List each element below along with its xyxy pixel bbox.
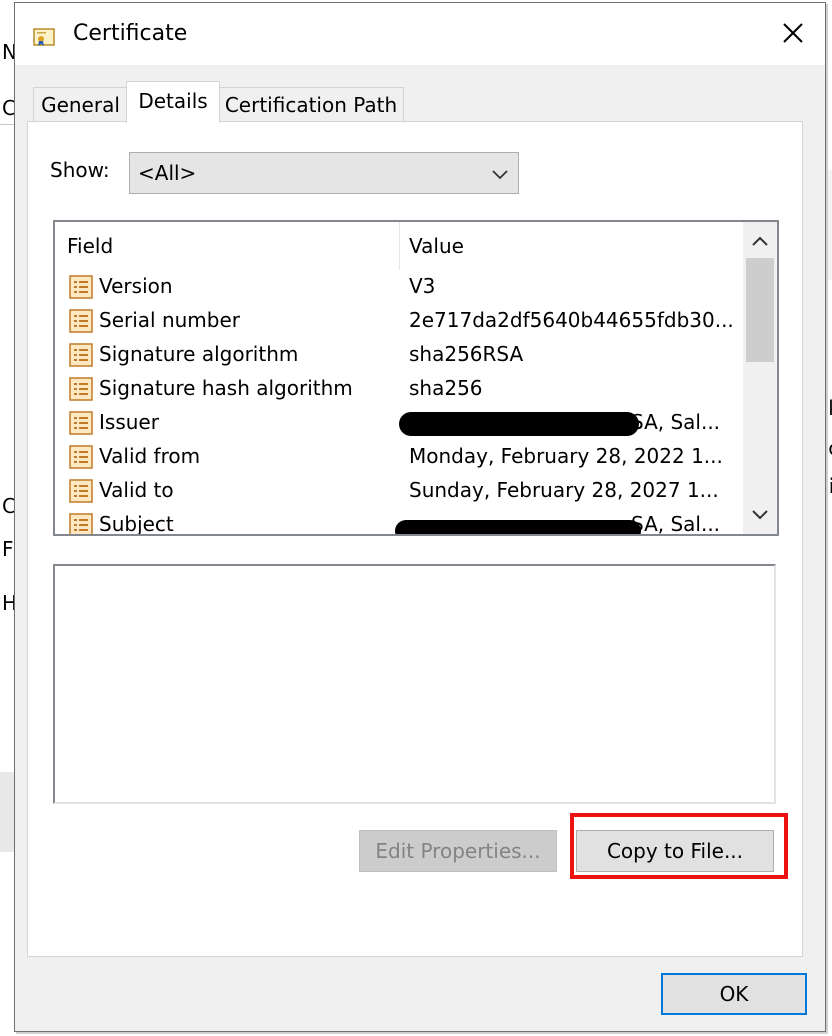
list-item[interactable]: Signature algorithm sha256RSA bbox=[55, 338, 745, 372]
list-item[interactable]: Version V3 bbox=[55, 270, 745, 304]
dialog-title: Certificate bbox=[73, 21, 188, 46]
redaction-mark bbox=[395, 520, 641, 534]
field-icon bbox=[69, 377, 93, 401]
field-name: Issuer bbox=[99, 410, 159, 434]
field-value: Sunday, February 28, 2027 1... bbox=[409, 478, 719, 502]
field-detail-textbox[interactable] bbox=[53, 564, 776, 804]
tab-certification-path[interactable]: Certification Path bbox=[218, 87, 404, 121]
column-header-value[interactable]: Value bbox=[409, 234, 464, 258]
field-name: Signature hash algorithm bbox=[99, 376, 353, 400]
field-value: 2e717da2df5640b44655fdb30... bbox=[409, 308, 734, 332]
ok-button[interactable]: OK bbox=[661, 973, 807, 1015]
field-icon bbox=[69, 513, 93, 534]
field-value: sha256 bbox=[409, 376, 483, 400]
field-name: Valid from bbox=[99, 444, 201, 468]
show-label: Show: bbox=[50, 158, 110, 182]
fields-list[interactable]: Field Value Version V3 Serial number 2e7… bbox=[53, 220, 779, 536]
fields-header: Field Value bbox=[55, 222, 745, 270]
column-header-field[interactable]: Field bbox=[67, 234, 113, 258]
field-value: Monday, February 28, 2022 1... bbox=[409, 444, 723, 468]
scroll-down-icon[interactable] bbox=[748, 502, 772, 526]
background-divider bbox=[0, 124, 14, 125]
close-button[interactable] bbox=[775, 15, 811, 51]
list-item[interactable]: Subject SA, Sal... bbox=[55, 508, 745, 536]
tab-details[interactable]: Details bbox=[126, 81, 220, 123]
show-dropdown[interactable]: <All> bbox=[129, 152, 519, 194]
field-value: V3 bbox=[409, 274, 436, 298]
certificate-dialog: Certificate General Details Certificatio… bbox=[14, 2, 826, 1032]
field-name: Subject bbox=[99, 512, 174, 536]
field-name: Version bbox=[99, 274, 173, 298]
fields-rows: Version V3 Serial number 2e717da2df5640b… bbox=[55, 270, 745, 536]
redaction-mark bbox=[399, 412, 639, 436]
field-name: Serial number bbox=[99, 308, 241, 332]
field-icon bbox=[69, 479, 93, 503]
list-item[interactable]: Valid to Sunday, February 28, 2027 1... bbox=[55, 474, 745, 508]
field-name: Signature algorithm bbox=[99, 342, 299, 366]
scroll-up-icon[interactable] bbox=[748, 230, 772, 254]
highlight-box bbox=[570, 813, 788, 879]
field-icon bbox=[69, 445, 93, 469]
close-icon bbox=[783, 23, 803, 43]
field-value: SA, Sal... bbox=[631, 512, 721, 536]
field-icon bbox=[69, 275, 93, 299]
list-item[interactable]: Valid from Monday, February 28, 2022 1..… bbox=[55, 440, 745, 474]
list-item[interactable]: Signature hash algorithm sha256 bbox=[55, 372, 745, 406]
chevron-down-icon bbox=[492, 170, 508, 180]
list-item[interactable]: Issuer SA, Sal... bbox=[55, 406, 745, 440]
certificate-icon bbox=[33, 28, 55, 46]
column-divider[interactable] bbox=[399, 222, 400, 270]
field-icon bbox=[69, 411, 93, 435]
field-value: SA, Sal... bbox=[631, 410, 721, 434]
edit-properties-button[interactable]: Edit Properties... bbox=[359, 830, 557, 872]
vertical-scrollbar[interactable] bbox=[743, 222, 777, 534]
field-value: sha256RSA bbox=[409, 342, 524, 366]
show-dropdown-value: <All> bbox=[138, 161, 197, 185]
title-bar[interactable]: Certificate bbox=[15, 3, 825, 65]
list-item[interactable]: Serial number 2e717da2df5640b44655fdb30.… bbox=[55, 304, 745, 338]
background-text: F bbox=[2, 537, 14, 561]
field-icon bbox=[69, 309, 93, 333]
tab-general[interactable]: General bbox=[33, 87, 128, 121]
scroll-thumb[interactable] bbox=[746, 258, 774, 362]
background-divider bbox=[0, 772, 14, 852]
field-icon bbox=[69, 343, 93, 367]
field-name: Valid to bbox=[99, 478, 174, 502]
